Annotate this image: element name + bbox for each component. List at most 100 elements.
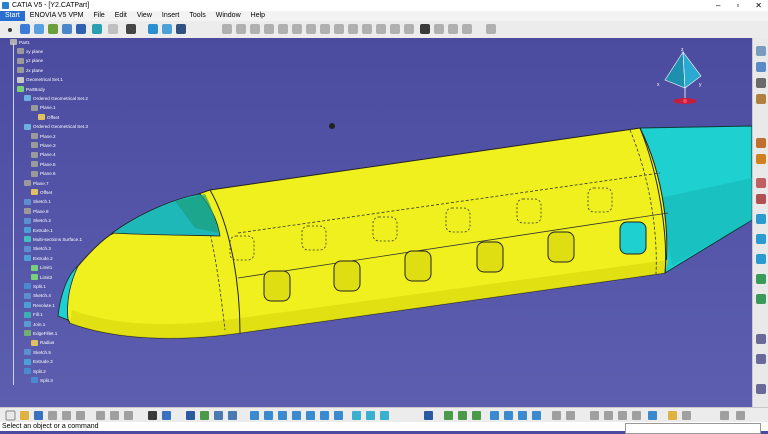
tree-node[interactable]: Ordered Geometrical Set.3 — [24, 123, 88, 130]
chamfer-tool-icon[interactable] — [236, 24, 246, 34]
menu-help[interactable]: Help — [246, 11, 270, 21]
menu-edit[interactable]: Edit — [110, 11, 132, 21]
surface-tool-icon[interactable] — [162, 24, 172, 34]
maximize-button[interactable]: ▫ — [736, 0, 739, 11]
rotate-tool-icon[interactable] — [348, 24, 358, 34]
select-icon[interactable] — [8, 28, 12, 32]
thread-tool-icon[interactable] — [292, 24, 302, 34]
top-toolbar — [0, 21, 768, 39]
hole-tool-icon[interactable] — [92, 24, 102, 34]
fillet-tool-icon[interactable] — [222, 24, 232, 34]
symmetry-tool-icon[interactable] — [362, 24, 372, 34]
tree-node[interactable]: Plane.4 — [31, 151, 56, 158]
tree-node[interactable]: Plane.7 — [24, 180, 49, 186]
tree-node[interactable]: Sketch.1 — [24, 198, 51, 205]
tree-node[interactable]: Limit2 — [31, 274, 52, 280]
spline-tool-icon[interactable] — [148, 24, 158, 34]
tree-node[interactable]: Geometrical Set.1 — [17, 76, 63, 83]
bottom-toolbar-icons[interactable] — [0, 408, 768, 423]
tree-node[interactable]: Extrude.1 — [24, 227, 53, 233]
point-tool-icon[interactable] — [756, 62, 766, 72]
mirror-tool-icon[interactable] — [376, 24, 386, 34]
tree-node[interactable]: Ordered Geometrical Set.2 — [24, 95, 88, 102]
tree-node[interactable]: Split.3 — [31, 377, 53, 384]
tree-node[interactable]: Extrude.3 — [24, 358, 53, 365]
tree-node[interactable]: Plane.8 — [24, 208, 49, 215]
tree-node[interactable]: Split.2 — [24, 368, 46, 374]
close-button[interactable]: ✕ — [755, 0, 762, 11]
tree-node[interactable]: Radius — [31, 339, 54, 346]
tree-node[interactable]: zx plane — [17, 67, 43, 74]
3d-viewport[interactable]: Part1 xy plane yz plane zx plane Geometrical… — [0, 38, 752, 407]
question-tool-icon[interactable] — [176, 24, 186, 34]
menu-file[interactable]: File — [88, 11, 109, 21]
pad-tool-icon[interactable] — [34, 24, 44, 34]
thickness-tool-icon[interactable] — [278, 24, 288, 34]
heal-tool-icon[interactable] — [462, 24, 472, 34]
command-input[interactable] — [625, 423, 761, 434]
draft-tool-icon[interactable] — [250, 24, 260, 34]
tree-node[interactable]: xy plane — [17, 48, 43, 55]
boolean-tool-icon[interactable] — [486, 24, 496, 34]
tree-node[interactable]: PartBody — [17, 86, 45, 92]
menu-insert[interactable]: Insert — [157, 11, 185, 21]
tree-node[interactable]: Limit1 — [31, 264, 52, 271]
fill-surface-icon[interactable] — [756, 274, 766, 284]
compass-icon[interactable]: z x y — [655, 46, 705, 108]
tree-node[interactable]: Plane.2 — [31, 133, 56, 139]
tree-node[interactable]: Plane.5 — [31, 161, 56, 168]
tree-node[interactable]: Plane.3 — [31, 142, 56, 149]
tree-node[interactable]: Sketch.3 — [24, 245, 51, 252]
split-tool-icon[interactable] — [434, 24, 444, 34]
tree-node[interactable]: Sketch.4 — [24, 292, 51, 299]
blend-surface-icon[interactable] — [756, 334, 766, 344]
shell-tool-icon[interactable] — [264, 24, 274, 34]
rib-tool-icon[interactable] — [108, 24, 118, 34]
remove-face-icon[interactable] — [306, 24, 316, 34]
tree-node[interactable]: Offset — [38, 114, 59, 121]
sweep-surface-icon[interactable] — [756, 254, 766, 264]
workbench-icon[interactable] — [756, 46, 766, 56]
tree-node[interactable]: Revolute.1 — [24, 302, 55, 309]
tree-node[interactable]: Split.1 — [24, 283, 46, 290]
shaft-tool-icon[interactable] — [62, 24, 72, 34]
groove-tool-icon[interactable] — [76, 24, 86, 34]
circle-tool-icon[interactable] — [756, 178, 766, 188]
revolve-surface-icon[interactable] — [756, 234, 766, 244]
menu-enovia[interactable]: ENOVIA V5 VPM — [25, 11, 89, 21]
replace-face-icon[interactable] — [320, 24, 330, 34]
tree-node[interactable]: Plane.1 — [31, 104, 56, 111]
menu-tools[interactable]: Tools — [184, 11, 210, 21]
translate-tool-icon[interactable] — [334, 24, 344, 34]
pattern-tool-icon[interactable] — [390, 24, 400, 34]
tree-node[interactable]: Sketch.5 — [24, 349, 51, 356]
tree-node[interactable]: Extrude.2 — [24, 255, 53, 262]
tree-node[interactable]: Multi-sections Surface.1 — [24, 236, 82, 243]
extrude-surface-icon[interactable] — [756, 214, 766, 224]
minimize-button[interactable]: – — [716, 0, 720, 11]
join-tool-icon[interactable] — [448, 24, 458, 34]
law-tool-icon[interactable] — [756, 384, 766, 394]
menu-window[interactable]: Window — [211, 11, 246, 21]
conic-tool-icon[interactable] — [756, 194, 766, 204]
pocket-tool-icon[interactable] — [48, 24, 58, 34]
sketch-tool-icon[interactable] — [20, 24, 30, 34]
tree-node[interactable]: yz plane — [17, 57, 43, 64]
tree-node[interactable]: Fill.1 — [24, 311, 43, 318]
axis-tool-icon[interactable] — [756, 138, 766, 148]
scale-tool-icon[interactable] — [404, 24, 414, 34]
plane-tool-icon[interactable] — [756, 94, 766, 104]
tree-node[interactable]: EdgeFillet.1 — [24, 330, 57, 337]
trim-tool-icon[interactable] — [420, 24, 430, 34]
polyline-tool-icon[interactable] — [756, 154, 766, 164]
menu-start[interactable]: Start — [0, 11, 25, 21]
measure-tool-icon[interactable] — [126, 24, 136, 34]
tree-node[interactable]: Offset — [31, 189, 52, 196]
tree-node[interactable]: Join.1 — [24, 321, 45, 327]
menu-view[interactable]: View — [132, 11, 157, 21]
offset-surface-icon[interactable] — [756, 354, 766, 364]
multisection-surface-icon[interactable] — [756, 294, 766, 304]
line-tool-icon[interactable] — [756, 78, 766, 88]
tree-node[interactable]: Plane.6 — [31, 170, 56, 177]
tree-node[interactable]: Sketch.2 — [24, 217, 51, 224]
